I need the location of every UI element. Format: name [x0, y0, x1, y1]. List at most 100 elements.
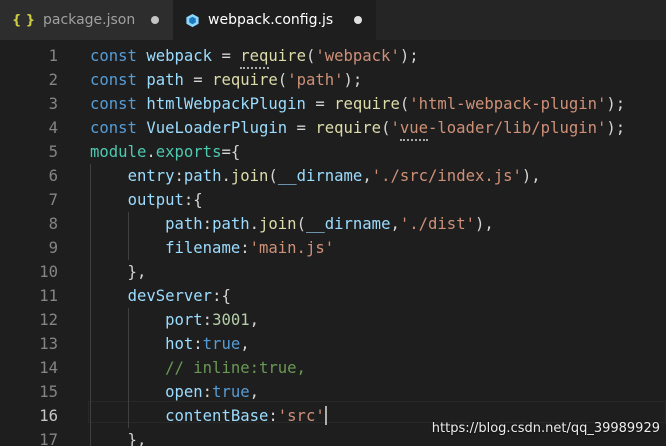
code-token: . — [221, 167, 231, 185]
code-token: path — [183, 167, 222, 185]
code-token: = — [183, 71, 213, 89]
code-token: , — [362, 167, 372, 185]
code-token: entry — [127, 167, 175, 185]
code-text: const path = require('path'); — [90, 68, 362, 92]
code-token: ); — [606, 95, 626, 113]
line-number: 4 — [48, 119, 58, 137]
code-token: module — [90, 143, 147, 161]
code-token: ( — [305, 47, 316, 65]
code-token: : — [193, 335, 203, 353]
code-line[interactable]: 3 const htmlWebpackPlugin = require('html… — [0, 92, 666, 116]
watermark: https://blog.csdn.net/qq_39989929 — [431, 421, 660, 436]
unsaved-dot-icon[interactable] — [151, 16, 159, 24]
code-token: __dirname — [277, 167, 363, 185]
code-token: devServer — [127, 287, 213, 305]
code-line[interactable]: 5 module.exports={ — [0, 140, 666, 164]
code-token: : — [240, 239, 250, 257]
code-token: hot — [165, 335, 194, 353]
code-text: open:true, — [90, 380, 259, 404]
code-token: 'html-webpack-plugin' — [409, 95, 607, 113]
code-token: 'webpack' — [315, 47, 400, 65]
code-token: ( — [296, 215, 306, 233]
code-token: , — [390, 215, 400, 233]
unsaved-dot-icon[interactable] — [354, 16, 362, 24]
code-text: contentBase:'src' — [90, 404, 325, 428]
code-line[interactable]: 11 devServer:{ — [0, 284, 666, 308]
code-token: 'vue-loader/lib/plugin' — [390, 119, 607, 137]
code-token: = — [287, 119, 316, 137]
code-text: module.exports={ — [90, 140, 240, 164]
line-number: 10 — [39, 263, 58, 281]
code-line[interactable]: 14 // inline:true, — [0, 356, 666, 380]
code-line[interactable]: 13 hot:true, — [0, 332, 666, 356]
code-editor[interactable]: 1 const webpack = require('webpack'); 2 con… — [0, 40, 666, 446]
code-token: path — [146, 71, 184, 89]
code-token: open — [165, 383, 203, 401]
code-token: : — [268, 407, 278, 425]
code-token: require — [240, 47, 306, 65]
code-token: = — [212, 47, 241, 65]
line-number: 17 — [39, 431, 58, 446]
code-token: ), — [521, 167, 541, 185]
webpack-cube-icon — [185, 13, 200, 28]
code-token: // inline:true, — [165, 359, 306, 377]
line-number: 15 — [39, 383, 58, 401]
code-token: ); — [399, 47, 419, 65]
code-line[interactable]: 10 }, — [0, 260, 666, 284]
indent-guide — [127, 212, 129, 260]
code-token: __dirname — [305, 215, 391, 233]
line-number: 3 — [48, 95, 58, 113]
code-token: VueLoaderPlugin — [146, 119, 288, 137]
code-token: ); — [606, 119, 626, 137]
code-token: : — [202, 383, 213, 401]
line-number: 2 — [48, 71, 58, 89]
code-line[interactable]: 6 entry:path.join(__dirname,'./src/index… — [0, 164, 666, 188]
code-token: ); — [343, 71, 363, 89]
tab-label: webpack.config.js — [208, 12, 334, 28]
code-token: , — [240, 335, 250, 353]
code-token: ( — [277, 71, 288, 89]
code-token: . — [249, 215, 260, 233]
code-text: port:3001, — [90, 308, 259, 332]
code-line[interactable]: 12 port:3001, — [0, 308, 666, 332]
line-number: 5 — [48, 143, 58, 161]
code-token: :{ — [183, 191, 203, 209]
code-token: ), — [474, 215, 494, 233]
code-token: : — [202, 215, 213, 233]
code-token: }, — [90, 431, 147, 446]
lint-hint-underline — [240, 64, 269, 69]
line-number: 12 — [39, 311, 58, 329]
tab-webpack-config[interactable]: webpack.config.js — [173, 0, 376, 40]
line-number: 13 — [39, 335, 58, 353]
code-token: const — [90, 71, 147, 89]
code-line[interactable]: 2 const path = require('path'); — [0, 68, 666, 92]
code-line[interactable]: 15 open:true, — [0, 380, 666, 404]
line-number: 14 — [39, 359, 58, 377]
code-token: exports — [155, 143, 222, 161]
code-token: join — [259, 215, 297, 233]
code-text: }, — [90, 428, 147, 446]
code-line[interactable]: 7 output:{ — [0, 188, 666, 212]
code-token: path — [212, 215, 250, 233]
code-text: const htmlWebpackPlugin = require('html-… — [90, 92, 625, 116]
lint-hint-underline — [400, 136, 429, 141]
code-token: contentBase — [165, 407, 269, 425]
code-text: // inline:true, — [90, 356, 306, 380]
code-line[interactable]: 8 path:path.join(__dirname,'./dist'), — [0, 212, 666, 236]
tab-package-json[interactable]: { } package.json — [0, 0, 173, 40]
code-line[interactable]: 1 const webpack = require('webpack'); — [0, 44, 666, 68]
code-token: require — [315, 119, 382, 137]
code-token: ( — [399, 95, 410, 113]
code-token: './dist' — [399, 215, 475, 233]
code-token: true — [202, 335, 241, 353]
code-text: const VueLoaderPlugin = require('vue-loa… — [90, 116, 625, 140]
code-line[interactable]: 4 const VueLoaderPlugin = require('vue-lo… — [0, 116, 666, 140]
code-token: htmlWebpackPlugin — [146, 95, 306, 113]
line-number: 7 — [48, 191, 58, 209]
code-token: 3001 — [212, 311, 250, 329]
code-token: path — [165, 215, 203, 233]
code-line[interactable]: 9 filename:'main.js' — [0, 236, 666, 260]
code-token: const — [90, 95, 147, 113]
